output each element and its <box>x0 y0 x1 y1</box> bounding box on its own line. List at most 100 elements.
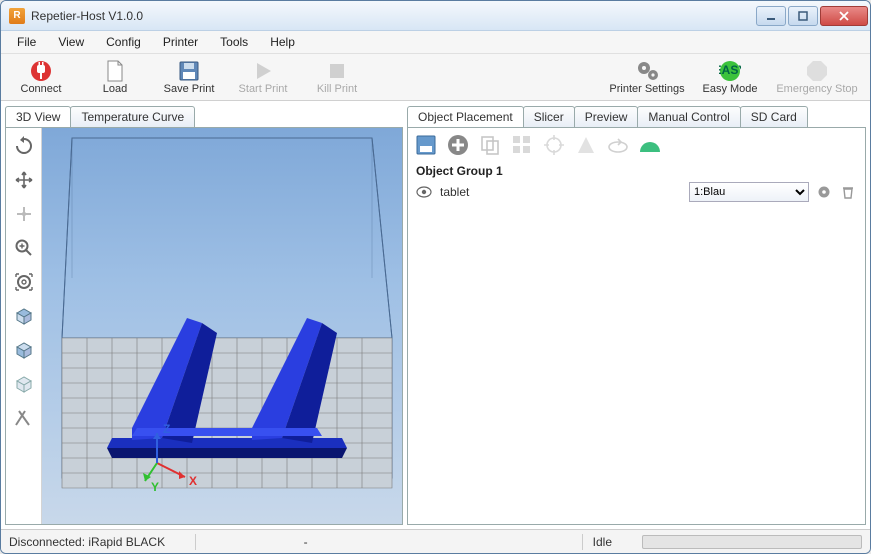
save-print-label: Save Print <box>164 83 215 95</box>
object-group-label: Object Group 1 <box>408 162 865 180</box>
center-icon <box>543 134 565 156</box>
object-delete-button[interactable] <box>841 185 857 199</box>
zoom-fit-button[interactable] <box>10 268 38 296</box>
statusbar: Disconnected: iRapid BLACK - Idle <box>1 529 870 553</box>
workarea: 3D View Temperature Curve <box>1 101 870 529</box>
window-title: Repetier-Host V1.0.0 <box>31 9 756 23</box>
extruder-select-wrap: 1:Blau <box>689 182 809 202</box>
rotate-object-button[interactable] <box>606 133 630 157</box>
left-tabs: 3D View Temperature Curve <box>5 105 403 127</box>
cube-iso-icon <box>13 373 35 395</box>
parallel-proj-button[interactable] <box>10 404 38 432</box>
app-icon: R <box>9 8 25 24</box>
maximize-icon <box>797 10 809 22</box>
tab-preview[interactable]: Preview <box>574 106 639 127</box>
titlebar: R Repetier-Host V1.0.0 <box>1 1 870 31</box>
mirror-object-button[interactable] <box>638 133 662 157</box>
axis-z-label: Z <box>163 422 170 436</box>
close-button[interactable] <box>820 6 868 26</box>
move-view-button[interactable] <box>10 166 38 194</box>
close-icon <box>838 10 850 22</box>
dome-icon <box>638 136 662 154</box>
save-scene-button[interactable] <box>414 133 438 157</box>
parallel-icon <box>14 408 34 428</box>
object-settings-button[interactable] <box>817 185 833 199</box>
gears-icon <box>636 60 658 82</box>
tab-3d-view[interactable]: 3D View <box>5 106 71 127</box>
tab-manual-control[interactable]: Manual Control <box>637 106 740 127</box>
tab-temperature-curve[interactable]: Temperature Curve <box>70 106 195 127</box>
visibility-toggle[interactable] <box>416 186 432 198</box>
copy-object-button[interactable] <box>478 133 502 157</box>
move-icon <box>14 170 34 190</box>
printer-settings-button[interactable]: Printer Settings <box>606 55 688 99</box>
easy-icon: EASY <box>719 60 741 82</box>
app-window: R Repetier-Host V1.0.0 File View Config … <box>0 0 871 554</box>
trash-icon <box>841 185 855 199</box>
status-state: Idle <box>582 534 622 550</box>
3d-viewport[interactable]: X Y Z <box>42 128 402 524</box>
object-placement-panel: Object Group 1 tablet 1:Blau <box>407 127 866 525</box>
autoplace-button[interactable] <box>510 133 534 157</box>
3d-scene-svg: X Y Z <box>42 128 402 508</box>
menu-view[interactable]: View <box>48 33 94 51</box>
3d-view-toolbar <box>6 128 42 524</box>
axis-x-label: X <box>189 474 197 488</box>
left-pane: 3D View Temperature Curve <box>5 105 403 525</box>
rotate-object-icon <box>606 135 630 155</box>
menu-config[interactable]: Config <box>96 33 151 51</box>
menu-help[interactable]: Help <box>260 33 305 51</box>
tab-slicer[interactable]: Slicer <box>523 106 575 127</box>
stop-icon <box>326 60 348 82</box>
floppy-small-icon <box>415 134 437 156</box>
maximize-button[interactable] <box>788 6 818 26</box>
center-object-button[interactable] <box>542 133 566 157</box>
triangle-icon <box>575 134 597 156</box>
zoom-fit-icon <box>14 272 34 292</box>
window-buttons <box>756 6 868 26</box>
menu-printer[interactable]: Printer <box>153 33 208 51</box>
plug-icon <box>30 60 52 82</box>
menu-file[interactable]: File <box>7 33 46 51</box>
kill-print-label: Kill Print <box>317 83 357 95</box>
easy-mode-button[interactable]: EASY Easy Mode <box>698 55 762 99</box>
tab-object-placement[interactable]: Object Placement <box>407 106 524 127</box>
status-coord: - <box>195 534 415 550</box>
zoom-button[interactable] <box>10 234 38 262</box>
menu-tools[interactable]: Tools <box>210 33 258 51</box>
iso-view-button[interactable] <box>10 370 38 398</box>
front-view-button[interactable] <box>10 336 38 364</box>
floppy-icon <box>178 60 200 82</box>
load-button[interactable]: Load <box>83 55 147 99</box>
easy-mode-label: Easy Mode <box>702 83 757 95</box>
top-view-button[interactable] <box>10 302 38 330</box>
svg-text:EASY: EASY <box>719 63 741 77</box>
axis-y-label: Y <box>151 480 159 494</box>
main-toolbar: Connect Load Save Print Start Print Kill… <box>1 53 870 101</box>
add-object-button[interactable] <box>446 133 470 157</box>
save-print-button[interactable]: Save Print <box>157 55 221 99</box>
copy-icon <box>479 134 501 156</box>
load-label: Load <box>103 83 127 95</box>
rotate-view-button[interactable] <box>10 132 38 160</box>
printer-settings-label: Printer Settings <box>609 83 684 95</box>
object-row: tablet 1:Blau <box>408 180 865 204</box>
grid-icon <box>511 134 533 156</box>
move-object-button[interactable] <box>10 200 38 228</box>
play-icon <box>252 60 274 82</box>
minimize-button[interactable] <box>756 6 786 26</box>
cube-top-icon <box>13 305 35 327</box>
start-print-label: Start Print <box>239 83 288 95</box>
emergency-stop-label: Emergency Stop <box>776 83 857 95</box>
eye-icon <box>416 186 432 198</box>
document-icon <box>104 60 126 82</box>
extruder-select[interactable]: 1:Blau <box>689 182 809 202</box>
connect-button[interactable]: Connect <box>9 55 73 99</box>
scale-object-button[interactable] <box>574 133 598 157</box>
progress-bar <box>642 535 862 549</box>
object-name: tablet <box>440 185 520 199</box>
tab-sd-card[interactable]: SD Card <box>740 106 808 127</box>
3d-view-body: X Y Z <box>5 127 403 525</box>
connect-label: Connect <box>21 83 62 95</box>
right-tabs: Object Placement Slicer Preview Manual C… <box>407 105 866 127</box>
